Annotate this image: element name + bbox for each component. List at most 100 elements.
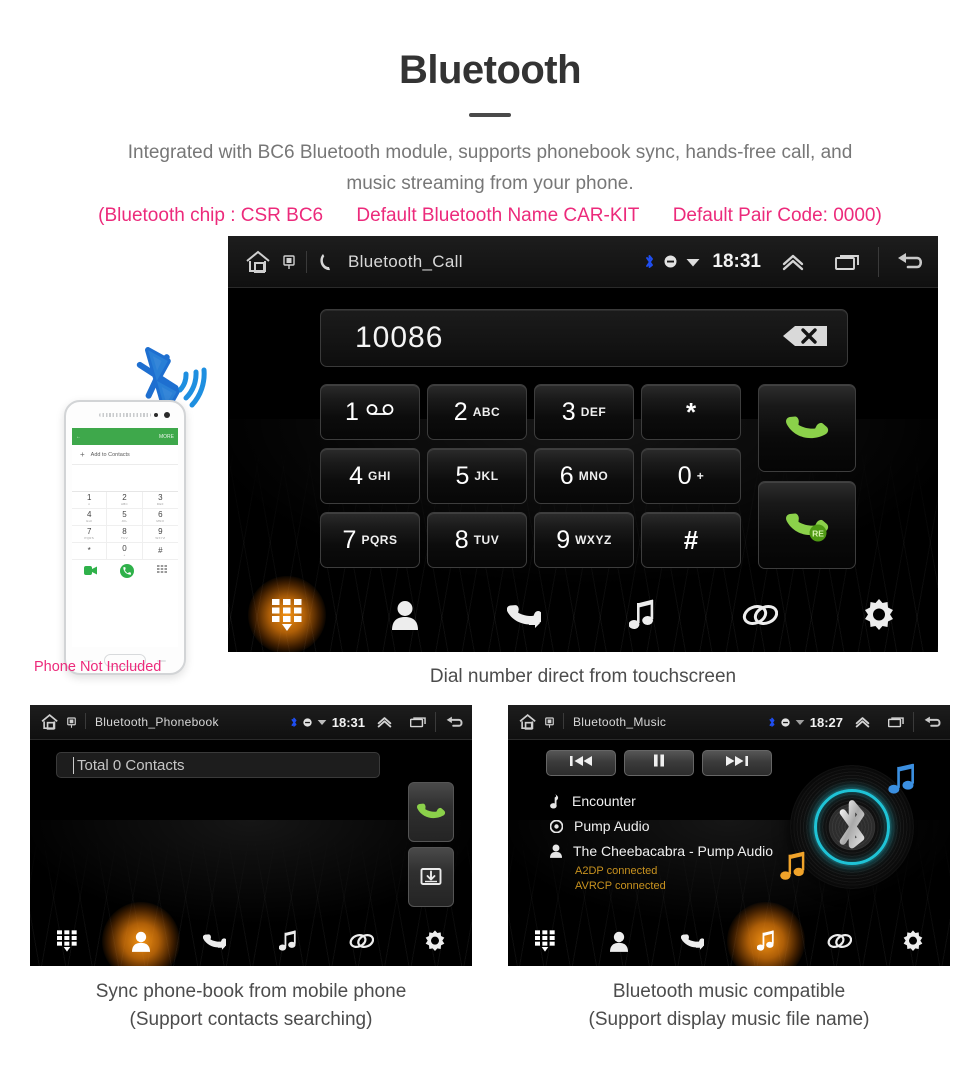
nav-music[interactable] — [729, 916, 803, 966]
statusbar-divider — [563, 713, 564, 729]
backspace-icon[interactable] — [781, 323, 829, 354]
key-hash[interactable]: # — [641, 512, 741, 568]
previous-button[interactable] — [546, 750, 616, 776]
pause-button[interactable] — [624, 750, 694, 776]
home-icon[interactable] — [40, 713, 62, 731]
recents-icon[interactable] — [409, 716, 427, 728]
back-arrow-icon[interactable] — [894, 249, 926, 275]
key-6[interactable]: 6 MNO — [534, 448, 634, 504]
nav-settings[interactable] — [398, 916, 472, 966]
nav-contacts[interactable] — [346, 578, 464, 652]
back-arrow-icon[interactable] — [922, 714, 943, 731]
nav-music[interactable] — [583, 578, 701, 652]
phone-key[interactable]: 8 TUV — [107, 526, 143, 543]
key-2[interactable]: 2 ABC — [427, 384, 527, 440]
phone-key[interactable]: 2 ABC — [107, 492, 143, 509]
redial-button[interactable]: RE — [758, 481, 856, 569]
blue-music-note-icon — [888, 763, 914, 794]
media-controls[interactable] — [546, 750, 772, 776]
nav-dialpad[interactable] — [228, 578, 346, 652]
nav-music[interactable] — [251, 916, 325, 966]
phonebook-call-button[interactable] — [408, 782, 454, 842]
phonebook-navbar[interactable] — [30, 916, 472, 966]
phone-call-icon[interactable] — [119, 564, 134, 578]
nav-dialpad[interactable] — [30, 916, 104, 966]
phone-key[interactable]: 7 PQRS — [72, 526, 108, 543]
music-navbar[interactable] — [508, 916, 950, 966]
next-button[interactable] — [702, 750, 772, 776]
nav-contacts[interactable] — [104, 916, 178, 966]
nav-pair[interactable] — [701, 578, 819, 652]
phone-key[interactable]: * — [72, 543, 108, 560]
music-note-icon — [756, 930, 775, 952]
wifi-icon — [795, 718, 805, 726]
nav-contacts[interactable] — [582, 916, 656, 966]
nav-call-log[interactable] — [655, 916, 729, 966]
phone-camera — [164, 412, 170, 418]
home-icon[interactable] — [244, 249, 276, 275]
home-icon[interactable] — [518, 713, 540, 731]
recents-icon[interactable] — [835, 253, 861, 271]
chevron-up-icon[interactable] — [376, 716, 393, 728]
dial-display-field[interactable]: 10086 — [320, 309, 848, 367]
phonebook-statusbar: Bluetooth_Phonebook 18:31 — [30, 705, 472, 740]
dialpad-keys[interactable]: 1 2 ABC 3 DEF * 4 GHI 5 JKL 6 MNO 0 + 7 PQRS — [320, 384, 856, 577]
keypad-icon[interactable] — [156, 562, 167, 580]
text-caret — [73, 756, 74, 774]
call-log-icon — [506, 599, 546, 631]
phone-key[interactable]: 5 JKL — [107, 509, 143, 526]
video-call-icon[interactable] — [83, 562, 97, 580]
nav-call-log[interactable] — [177, 916, 251, 966]
phone-keypad[interactable]: 1 ∞ 2 ABC 3 DEF 4 GHI 5 JKL 6 MNO 7 PQRS 8 TUV 9… — [72, 492, 178, 560]
contacts-search-input[interactable]: Total 0 Contacts — [56, 752, 380, 778]
voicemail-dots-icon — [365, 403, 395, 421]
recents-icon[interactable] — [887, 716, 905, 728]
nav-pair[interactable] — [325, 916, 399, 966]
phone-key[interactable]: 0 + — [107, 543, 143, 560]
nav-dialpad[interactable] — [508, 916, 582, 966]
phone-appbar: ← MORE — [72, 428, 178, 445]
phone-key[interactable]: 6 MNO — [142, 509, 178, 526]
album-name: Pump Audio — [574, 818, 650, 834]
key-8[interactable]: 8 TUV — [427, 512, 527, 568]
key-0[interactable]: 0 + — [641, 448, 741, 504]
mute-icon — [664, 255, 677, 268]
nav-settings[interactable] — [876, 916, 950, 966]
bluetooth-music-screen: Bluetooth_Music 18:27 Encounter Pump Aud… — [508, 705, 950, 966]
phone-key[interactable]: # — [142, 543, 178, 560]
bluetooth-icon — [290, 717, 298, 728]
key-4[interactable]: 4 GHI — [320, 448, 420, 504]
phone-key[interactable]: 1 ∞ — [72, 492, 108, 509]
chevron-up-icon[interactable] — [854, 716, 871, 728]
phone-key[interactable]: 9 WXYZ — [142, 526, 178, 543]
intro-line-2: music streaming from your phone. — [346, 173, 634, 194]
dialpad-icon — [272, 599, 302, 631]
call-navbar[interactable] — [228, 578, 938, 652]
track-title-row: Encounter — [550, 793, 820, 809]
phone-add-contact-row[interactable]: + Add to Contacts — [72, 445, 178, 465]
call-statusbar: Bluetooth_Call 18:31 — [228, 236, 938, 288]
chevron-up-icon[interactable] — [780, 253, 806, 271]
phone-screen: ← MORE + Add to Contacts 1 ∞ 2 ABC 3 DEF 4G… — [72, 428, 178, 647]
track-title: Encounter — [572, 793, 636, 809]
phone-key[interactable]: 4 GHI — [72, 509, 108, 526]
person-icon — [609, 931, 628, 952]
key-5[interactable]: 5 JKL — [427, 448, 527, 504]
phone-key[interactable]: 3 DEF — [142, 492, 178, 509]
key-1[interactable]: 1 — [320, 384, 420, 440]
back-arrow-icon[interactable] — [444, 714, 465, 731]
title-underline — [469, 113, 511, 117]
statusbar-divider — [85, 713, 86, 729]
key-7[interactable]: 7 PQRS — [320, 512, 420, 568]
nav-call-log[interactable] — [465, 578, 583, 652]
nav-settings[interactable] — [820, 578, 938, 652]
bluetooth-phonebook-screen: Bluetooth_Phonebook 18:31 Total 0 Contac… — [30, 705, 472, 966]
key-3[interactable]: 3 DEF — [534, 384, 634, 440]
music-caption-line-2: (Support display music file name) — [588, 1009, 870, 1030]
download-contacts-button[interactable] — [408, 847, 454, 907]
call-button[interactable] — [758, 384, 856, 472]
nav-pair[interactable] — [803, 916, 877, 966]
key-9[interactable]: 9 WXYZ — [534, 512, 634, 568]
key-star[interactable]: * — [641, 384, 741, 440]
call-screen-caption: Dial number direct from touchscreen — [429, 666, 737, 687]
